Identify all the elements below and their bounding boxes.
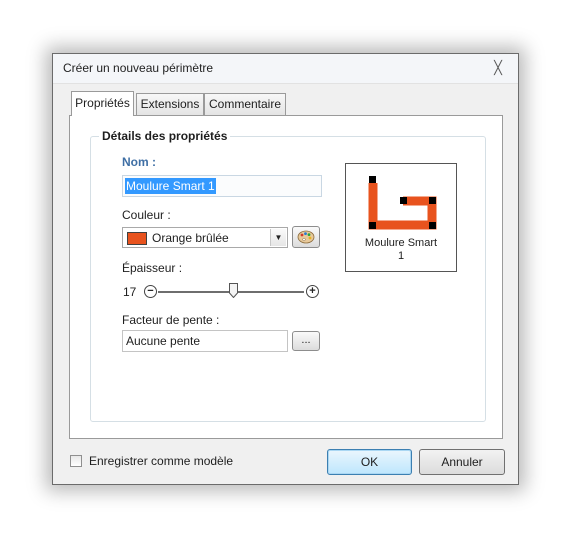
preview-node: [400, 197, 407, 204]
close-icon[interactable]: ╳: [490, 60, 506, 76]
window-title: Créer un nouveau périmètre: [63, 61, 214, 75]
chevron-down-icon[interactable]: ▼: [270, 229, 286, 246]
preview-node: [369, 222, 376, 229]
save-as-template-label: Enregistrer comme modèle: [89, 454, 234, 468]
tab-panel-properties: Détails des propriétés Nom : Moulure Sma…: [69, 115, 503, 439]
palette-icon: [297, 230, 315, 244]
tab-properties-label: Propriétés: [75, 96, 130, 110]
tab-properties[interactable]: Propriétés: [71, 91, 134, 116]
perimeter-preview-graphic: [368, 176, 437, 230]
preview-label-line2: 1: [397, 250, 405, 262]
thickness-value: 17: [123, 285, 137, 299]
name-input[interactable]: Moulure Smart 1: [122, 175, 322, 197]
slope-label: Facteur de pente :: [122, 313, 220, 327]
color-label: Couleur :: [122, 208, 171, 222]
title-bar: Créer un nouveau périmètre ╳: [53, 54, 518, 84]
preview-label-line1: Moulure Smart: [364, 237, 438, 249]
plus-icon[interactable]: +: [306, 285, 319, 298]
color-dropdown[interactable]: Orange brûlée ▼: [122, 227, 288, 248]
name-input-value: Moulure Smart 1: [125, 178, 216, 194]
color-palette-button[interactable]: [292, 226, 320, 248]
preview-node: [429, 197, 436, 204]
tab-extensions[interactable]: Extensions: [136, 93, 204, 115]
color-dropdown-value: Orange brûlée: [152, 231, 229, 245]
slope-browse-button[interactable]: ...: [292, 331, 320, 351]
thickness-slider-thumb[interactable]: [229, 283, 239, 298]
tab-comment-label: Commentaire: [208, 97, 282, 111]
properties-details-group: Détails des propriétés Nom : Moulure Sma…: [90, 129, 486, 422]
tab-comment[interactable]: Commentaire: [204, 93, 286, 115]
thickness-label: Épaisseur :: [122, 261, 183, 275]
save-as-template-checkbox[interactable]: [70, 455, 82, 467]
color-swatch: [127, 232, 147, 245]
preview-node: [369, 176, 376, 183]
slope-factor-input[interactable]: Aucune pente: [122, 330, 288, 352]
preview-box: Moulure Smart 1: [345, 163, 457, 272]
tab-extensions-label: Extensions: [140, 97, 200, 111]
minus-icon[interactable]: −: [144, 285, 157, 298]
name-label: Nom :: [122, 155, 156, 169]
preview-node: [429, 222, 436, 229]
ok-button[interactable]: OK: [327, 449, 412, 475]
cancel-button[interactable]: Annuler: [419, 449, 505, 475]
group-title: Détails des propriétés: [99, 129, 231, 143]
create-perimeter-dialog: Créer un nouveau périmètre ╳ Propriétés …: [52, 53, 519, 485]
